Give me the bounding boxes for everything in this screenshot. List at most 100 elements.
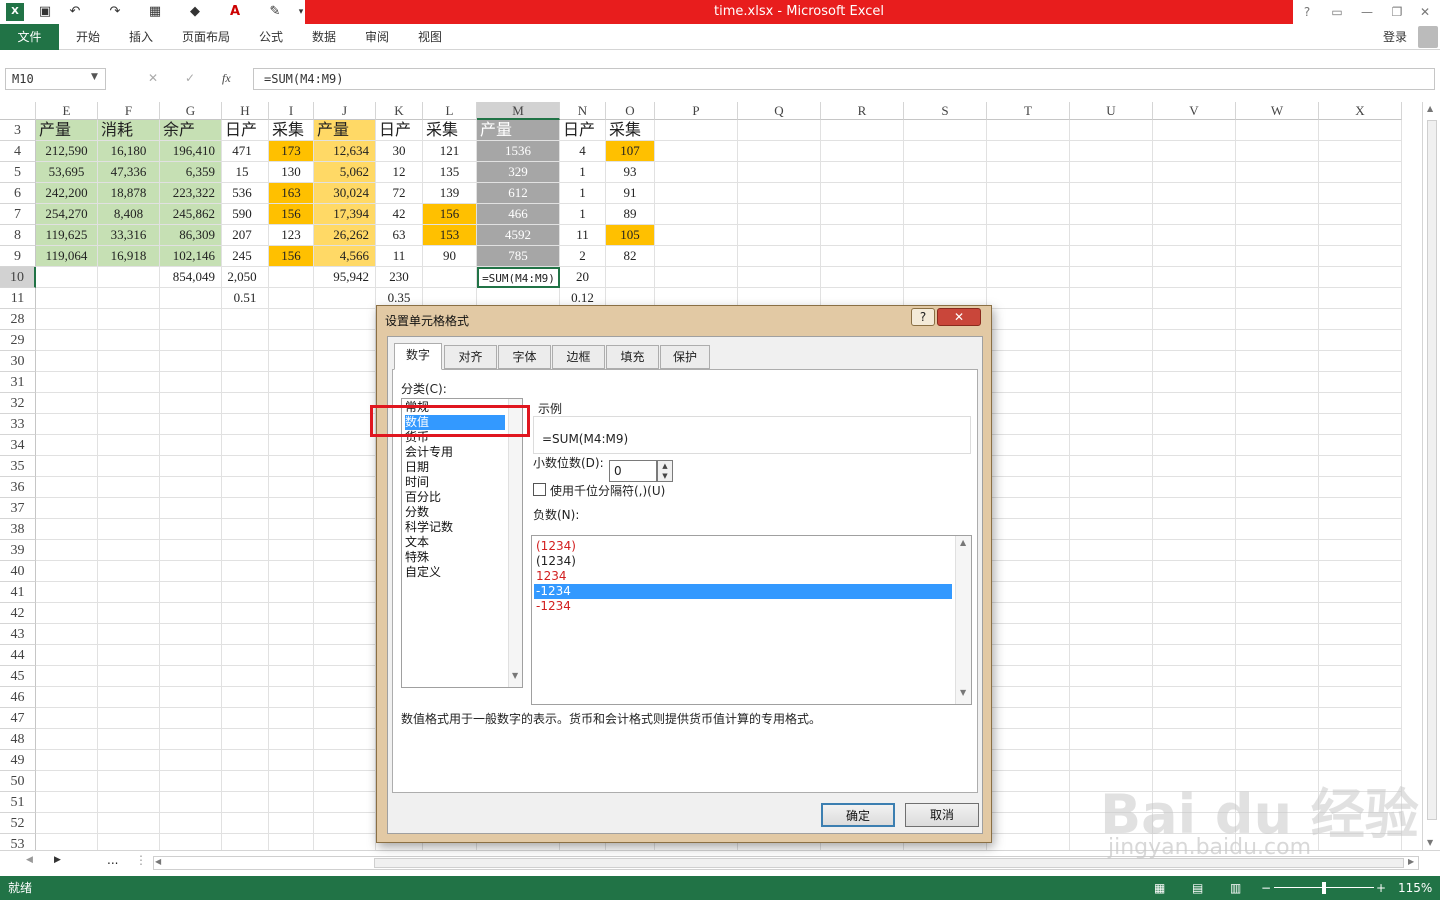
cell-Q7[interactable] [738, 204, 821, 225]
column-header-R[interactable]: R [821, 102, 904, 120]
cell-F36[interactable] [98, 477, 160, 498]
cell-E43[interactable] [36, 624, 98, 645]
cell-G32[interactable] [160, 393, 222, 414]
cancel-entry-icon[interactable]: ✕ [148, 71, 158, 85]
cell-H6[interactable]: 536 [222, 183, 269, 204]
cell-U44[interactable] [1070, 645, 1153, 666]
cell-W5[interactable] [1236, 162, 1319, 183]
cell-H30[interactable] [222, 351, 269, 372]
scroll-down-icon[interactable]: ▼ [1427, 838, 1433, 847]
cell-L9[interactable]: 90 [423, 246, 477, 267]
cell-I37[interactable] [269, 498, 314, 519]
cell-T10[interactable] [987, 267, 1070, 288]
cell-G45[interactable] [160, 666, 222, 687]
cell-H10[interactable]: 2,050 [222, 267, 269, 288]
cell-U46[interactable] [1070, 687, 1153, 708]
cell-X32[interactable] [1319, 393, 1402, 414]
cell-M5[interactable]: 329 [477, 162, 560, 183]
row-header-40[interactable]: 40 [0, 561, 36, 582]
cell-M8[interactable]: 4592 [477, 225, 560, 246]
cell-E30[interactable] [36, 351, 98, 372]
cell-X30[interactable] [1319, 351, 1402, 372]
cell-T29[interactable] [987, 330, 1070, 351]
cell-T8[interactable] [987, 225, 1070, 246]
cell-X46[interactable] [1319, 687, 1402, 708]
cell-W43[interactable] [1236, 624, 1319, 645]
cell-X37[interactable] [1319, 498, 1402, 519]
cell-N8[interactable]: 11 [560, 225, 606, 246]
row-header-48[interactable]: 48 [0, 729, 36, 750]
cell-H41[interactable] [222, 582, 269, 603]
cell-G53[interactable] [160, 834, 222, 850]
cell-U45[interactable] [1070, 666, 1153, 687]
cell-W3[interactable] [1236, 120, 1319, 141]
cell-F30[interactable] [98, 351, 160, 372]
cell-E40[interactable] [36, 561, 98, 582]
dialog-tab-font[interactable]: 字体 [498, 345, 551, 369]
cell-I10[interactable] [269, 267, 314, 288]
cell-X45[interactable] [1319, 666, 1402, 687]
cell-V9[interactable] [1153, 246, 1236, 267]
cell-E51[interactable] [36, 792, 98, 813]
cell-E46[interactable] [36, 687, 98, 708]
cell-P4[interactable] [655, 141, 738, 162]
row-header-33[interactable]: 33 [0, 414, 36, 435]
ok-button[interactable]: 确定 [821, 803, 895, 827]
column-header-V[interactable]: V [1153, 102, 1236, 120]
cell-J10[interactable]: 95,942 [314, 267, 376, 288]
cell-G44[interactable] [160, 645, 222, 666]
cancel-button[interactable]: 取消 [905, 803, 979, 827]
cell-V33[interactable] [1153, 414, 1236, 435]
cell-W10[interactable] [1236, 267, 1319, 288]
cell-P3[interactable] [655, 120, 738, 141]
cell-E29[interactable] [36, 330, 98, 351]
row-header-10[interactable]: 10 [0, 267, 36, 288]
column-header-X[interactable]: X [1319, 102, 1402, 120]
cell-I31[interactable] [269, 372, 314, 393]
cell-T42[interactable] [987, 603, 1070, 624]
cell-J50[interactable] [314, 771, 376, 792]
negative-option-red-minus[interactable]: -1234 [534, 599, 952, 614]
cell-H45[interactable] [222, 666, 269, 687]
tab-data[interactable]: 数据 [304, 24, 344, 50]
cell-F45[interactable] [98, 666, 160, 687]
cell-M7[interactable]: 466 [477, 204, 560, 225]
cell-U41[interactable] [1070, 582, 1153, 603]
cell-I40[interactable] [269, 561, 314, 582]
cell-T36[interactable] [987, 477, 1070, 498]
cell-G33[interactable] [160, 414, 222, 435]
category-item[interactable]: 日期 [405, 460, 505, 475]
cell-F47[interactable] [98, 708, 160, 729]
cell-E36[interactable] [36, 477, 98, 498]
cell-W35[interactable] [1236, 456, 1319, 477]
cell-T33[interactable] [987, 414, 1070, 435]
cell-F48[interactable] [98, 729, 160, 750]
tab-file[interactable]: 文件 [0, 24, 59, 50]
page-break-view-icon[interactable]: ▥ [1230, 876, 1241, 900]
cell-J46[interactable] [314, 687, 376, 708]
cell-I4[interactable]: 173 [269, 141, 314, 162]
cell-G42[interactable] [160, 603, 222, 624]
cell-Q4[interactable] [738, 141, 821, 162]
avatar[interactable] [1418, 26, 1438, 48]
cell-X31[interactable] [1319, 372, 1402, 393]
cell-X10[interactable] [1319, 267, 1402, 288]
cell-J38[interactable] [314, 519, 376, 540]
column-header-T[interactable]: T [987, 102, 1070, 120]
tab-home[interactable]: 开始 [68, 24, 108, 50]
cell-W49[interactable] [1236, 750, 1319, 771]
column-header-H[interactable]: H [222, 102, 269, 120]
dialog-tab-number[interactable]: 数字 [394, 343, 442, 370]
cell-T47[interactable] [987, 708, 1070, 729]
select-all-corner[interactable] [0, 102, 36, 120]
cell-F10[interactable] [98, 267, 160, 288]
cell-V5[interactable] [1153, 162, 1236, 183]
cell-H48[interactable] [222, 729, 269, 750]
cell-T4[interactable] [987, 141, 1070, 162]
cell-K8[interactable]: 63 [376, 225, 423, 246]
cell-V11[interactable] [1153, 288, 1236, 309]
cell-X41[interactable] [1319, 582, 1402, 603]
cell-W7[interactable] [1236, 204, 1319, 225]
row-header-34[interactable]: 34 [0, 435, 36, 456]
cell-H38[interactable] [222, 519, 269, 540]
